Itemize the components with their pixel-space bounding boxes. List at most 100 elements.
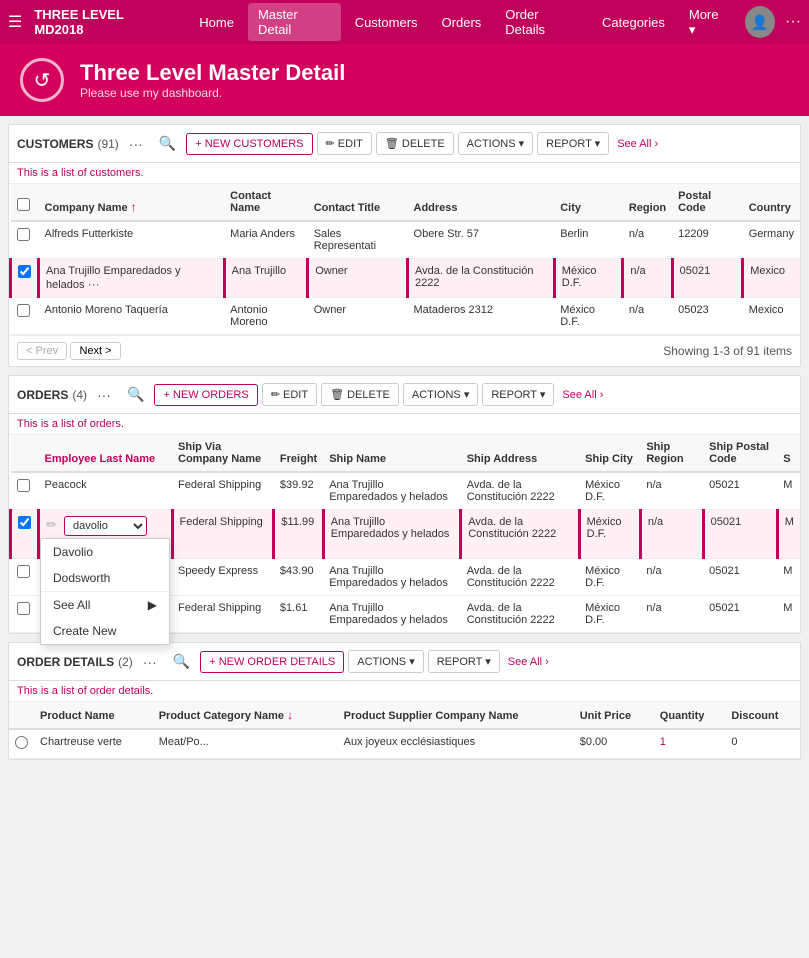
col-employee[interactable]: Employee Last Name (39, 435, 173, 472)
customers-dots[interactable]: ··· (123, 132, 149, 156)
col-ship-postal[interactable]: Ship Postal Code (703, 435, 777, 472)
col-company-name[interactable]: Company Name ↑ (39, 184, 225, 221)
report-customers-button[interactable]: REPORT ▾ (537, 132, 609, 155)
od-product-name: Chartreuse verte (34, 729, 153, 759)
col-ship-region[interactable]: Ship Region (640, 435, 703, 472)
new-orders-button[interactable]: + NEW ORDERS (154, 384, 257, 406)
od-category-name: Meat/Po... (153, 729, 338, 759)
col-contact-name[interactable]: Contact Name (224, 184, 308, 221)
od-unit-price: $0.00 (574, 729, 654, 759)
edit-orders-button[interactable]: ✏ EDIT (262, 383, 317, 406)
col-country[interactable]: Country (743, 184, 800, 221)
dropdown-davolio[interactable]: Davolio (41, 539, 169, 565)
row-ship-country: M (777, 596, 800, 633)
nav-order-details[interactable]: Order Details (495, 3, 588, 41)
edit-customers-button[interactable]: ✏ EDIT (317, 132, 372, 155)
nav-options-icon[interactable]: ··· (785, 13, 801, 31)
od-check[interactable] (9, 729, 34, 759)
row-ship-name: Ana Trujillo Emparedados y helados (323, 510, 461, 559)
col-address[interactable]: Address (408, 184, 555, 221)
new-order-details-button[interactable]: + NEW ORDER DETAILS (200, 651, 344, 673)
col-supplier-name[interactable]: Product Supplier Company Name (338, 702, 574, 729)
row-employee-editing[interactable]: ✏ davolio Davolio Dodsworth ··· Davolio … (39, 510, 173, 559)
nav-master-detail[interactable]: Master Detail (248, 3, 341, 41)
od-check-header[interactable] (9, 702, 34, 729)
nav-more[interactable]: More ▾ (679, 3, 737, 42)
row-check[interactable] (11, 298, 39, 335)
col-category-name[interactable]: Product Category Name ↓ (153, 702, 338, 729)
row-freight: $11.99 (274, 510, 323, 559)
table-row[interactable]: Antonio Moreno Taquería Antonio Moreno O… (11, 298, 801, 335)
customers-select-all[interactable] (17, 198, 30, 211)
orders-search-icon[interactable]: 🔍 (121, 382, 150, 407)
report-order-details-button[interactable]: REPORT ▾ (428, 650, 500, 673)
orders-dots[interactable]: ··· (91, 383, 117, 407)
new-customers-button[interactable]: + NEW CUSTOMERS (186, 133, 312, 155)
nav-customers[interactable]: Customers (345, 11, 428, 34)
col-city[interactable]: City (554, 184, 623, 221)
col-ship-country[interactable]: S (777, 435, 800, 472)
dropdown-see-all[interactable]: See All ▶ (41, 592, 169, 618)
see-all-customers[interactable]: See All › (617, 138, 658, 150)
row-dots[interactable]: ··· (88, 277, 100, 291)
table-row[interactable]: Alfreds Futterkiste Maria Anders Sales R… (11, 221, 801, 259)
row-ship-region: n/a (640, 596, 703, 633)
col-postal-code[interactable]: Postal Code (672, 184, 743, 221)
table-row[interactable]: Chartreuse verte Meat/Po... Aux joyeux e… (9, 729, 800, 759)
order-details-search-icon[interactable]: 🔍 (167, 649, 196, 674)
next-customers-button[interactable]: Next > (70, 342, 120, 360)
col-discount[interactable]: Discount (725, 702, 800, 729)
row-check[interactable] (11, 259, 39, 298)
hamburger-icon[interactable]: ☰ (8, 12, 22, 32)
col-region[interactable]: Region (623, 184, 672, 221)
nav-categories[interactable]: Categories (592, 11, 675, 34)
prev-customers-button[interactable]: < Prev (17, 342, 67, 360)
dropdown-dodsworth[interactable]: Dodsworth (41, 565, 169, 591)
col-ship-city[interactable]: Ship City (579, 435, 640, 472)
nav-orders[interactable]: Orders (432, 11, 492, 34)
row-check[interactable] (11, 472, 39, 510)
edit-icon[interactable]: ✏ (46, 517, 57, 533)
col-ship-address[interactable]: Ship Address (461, 435, 579, 472)
customers-check-header[interactable] (11, 184, 39, 221)
row-check[interactable] (11, 596, 39, 633)
actions-customers-button[interactable]: ACTIONS ▾ (458, 132, 533, 155)
row-ship-address: Avda. de la Constitución 2222 (461, 472, 579, 510)
row-employee: Peacock (39, 472, 173, 510)
report-orders-button[interactable]: REPORT ▾ (482, 383, 554, 406)
col-product-name[interactable]: Product Name (34, 702, 153, 729)
orders-desc: This is a list of orders. (9, 414, 800, 435)
col-ship-name[interactable]: Ship Name (323, 435, 461, 472)
see-all-order-details[interactable]: See All › (508, 656, 549, 668)
customers-search-icon[interactable]: 🔍 (153, 131, 182, 156)
actions-orders-button[interactable]: ACTIONS ▾ (403, 383, 478, 406)
order-details-toolbar: ORDER DETAILS (2) ··· 🔍 + NEW ORDER DETA… (9, 643, 800, 681)
col-unit-price[interactable]: Unit Price (574, 702, 654, 729)
table-row[interactable]: Peacock Federal Shipping $39.92 Ana Truj… (11, 472, 801, 510)
col-freight[interactable]: Freight (274, 435, 323, 472)
actions-order-details-button[interactable]: ACTIONS ▾ (348, 650, 423, 673)
row-check[interactable] (11, 559, 39, 596)
see-all-orders[interactable]: See All › (562, 389, 603, 401)
row-ship-city: México D.F. (579, 559, 640, 596)
table-row[interactable]: ✏ davolio Davolio Dodsworth ··· Davolio … (11, 510, 801, 559)
delete-orders-button[interactable]: 🗑 DELETE (321, 383, 399, 406)
col-quantity[interactable]: Quantity (654, 702, 726, 729)
col-ship-via[interactable]: Ship Via Company Name (172, 435, 274, 472)
customers-desc: This is a list of customers. (9, 163, 800, 184)
orders-check-header[interactable] (11, 435, 39, 472)
row-check[interactable] (11, 510, 39, 559)
order-details-dots[interactable]: ··· (137, 650, 163, 674)
employee-select[interactable]: davolio Davolio Dodsworth (64, 516, 147, 536)
row-region: n/a (623, 298, 672, 335)
col-contact-title[interactable]: Contact Title (308, 184, 408, 221)
dropdown-create-new[interactable]: Create New (41, 618, 169, 644)
table-row[interactable]: Ana Trujillo Emparedados y helados ··· A… (11, 259, 801, 298)
row-city: Berlin (554, 221, 623, 259)
row-address: Avda. de la Constitución 2222 (408, 259, 555, 298)
delete-customers-button[interactable]: 🗑 DELETE (376, 132, 454, 155)
nav-home[interactable]: Home (189, 11, 244, 34)
row-check[interactable] (11, 221, 39, 259)
employee-dropdown: Davolio Dodsworth See All ▶ Create New (40, 538, 170, 645)
user-avatar[interactable]: 👤 (745, 6, 775, 38)
